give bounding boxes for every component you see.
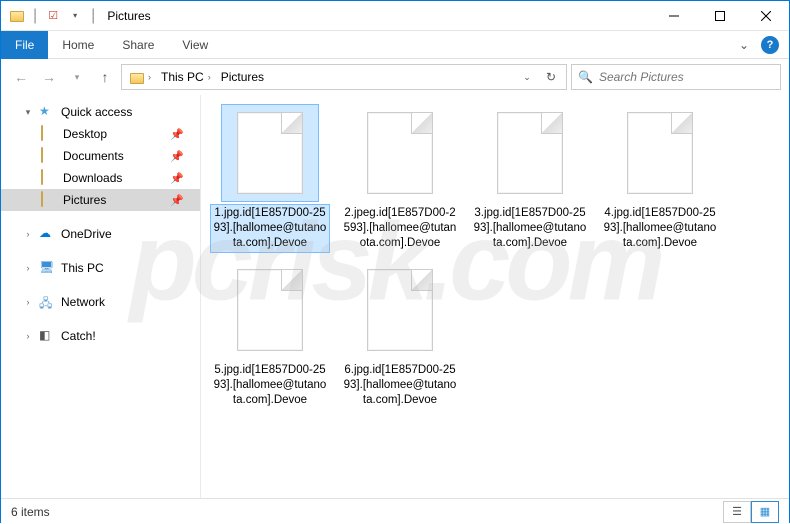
star-icon: ★ [39,104,55,120]
ribbon-expand-icon[interactable]: ⌄ [735,36,753,54]
tree-catch[interactable]: › ◧ Catch! [1,325,200,347]
blank-file-icon [237,112,303,194]
pin-icon: 📌 [170,194,184,207]
tree-downloads[interactable]: Downloads 📌 [1,167,200,189]
breadcrumb-pictures[interactable]: Pictures [217,70,268,84]
tree-network[interactable]: › 🖧 Network [1,291,200,313]
properties-icon[interactable]: ☑ [45,8,61,24]
tree-thispc[interactable]: › 🖥 This PC [1,257,200,279]
tab-file[interactable]: File [1,31,48,59]
pin-icon: 📌 [170,172,184,185]
window-controls [651,1,789,31]
file-item[interactable]: 1.jpg.id[1E857D00-2593].[hallomee@tutano… [209,105,331,252]
blank-file-icon [367,112,433,194]
recent-dropdown-icon[interactable]: ▾ [65,65,89,89]
search-box[interactable]: 🔍 [571,64,781,90]
tree-item-label: Catch! [61,329,96,343]
file-item[interactable]: 3.jpg.id[1E857D00-2593].[hallomee@tutano… [469,105,591,252]
tree-pictures[interactable]: Pictures 📌 [1,189,200,211]
search-icon: 🔍 [578,70,593,84]
titlebar: | ☑ ▾ | Pictures [1,1,789,31]
file-list-area[interactable]: 1.jpg.id[1E857D00-2593].[hallomee@tutano… [201,95,789,498]
tab-share[interactable]: Share [108,31,168,59]
tree-item-label: This PC [61,261,104,275]
refresh-icon[interactable]: ↻ [540,66,562,88]
network-icon: 🖧 [39,294,55,310]
ribbon: File Home Share View ⌄ ? [1,31,789,59]
chevron-right-icon[interactable]: › [23,297,33,307]
folder-icon [9,8,25,24]
icons-view-button[interactable]: ▦ [751,501,779,523]
back-button[interactable]: ← [9,65,33,89]
close-button[interactable] [743,1,789,31]
tree-documents[interactable]: Documents 📌 [1,145,200,167]
tree-item-label: Desktop [63,127,107,141]
search-input[interactable] [599,70,774,84]
file-name: 3.jpg.id[1E857D00-2593].[hallomee@tutano… [471,205,589,252]
nav-bar: ← → ▾ ↑ › This PC › Pictures ⌄ ↻ 🔍 [1,59,789,95]
forward-button[interactable]: → [37,65,61,89]
blank-file-icon [497,112,563,194]
file-thumbnail [222,105,318,201]
pin-icon: 📌 [170,128,184,141]
tree-item-label: Pictures [63,193,106,207]
file-item[interactable]: 2.jpeg.id[1E857D00-2593].[hallomee@tutan… [339,105,461,252]
cloud-icon: ☁ [39,226,55,242]
tree-quick-access-label: Quick access [61,105,132,119]
chevron-right-icon[interactable]: › [23,263,33,273]
quick-access-toolbar: | ☑ ▾ | Pictures [1,7,151,25]
help-icon[interactable]: ? [761,36,779,54]
navigation-pane: ▾ ★ Quick access Desktop 📌 Documents 📌 Dow… [1,95,201,498]
pin-icon: 📌 [170,150,184,163]
address-dropdown-icon[interactable]: ⌄ [516,66,538,88]
file-name: 2.jpeg.id[1E857D00-2593].[hallomee@tutan… [341,205,459,252]
breadcrumb-root-icon[interactable]: › [126,71,155,84]
blank-file-icon [627,112,693,194]
file-item[interactable]: 5.jpg.id[1E857D00-2593].[hallomee@tutano… [209,262,331,409]
file-name: 5.jpg.id[1E857D00-2593].[hallomee@tutano… [211,362,329,409]
tree-item-label: Documents [63,149,124,163]
up-button[interactable]: ↑ [93,65,117,89]
address-bar[interactable]: › This PC › Pictures ⌄ ↻ [121,64,567,90]
file-name: 1.jpg.id[1E857D00-2593].[hallomee@tutano… [211,205,329,252]
tree-desktop[interactable]: Desktop 📌 [1,123,200,145]
file-thumbnail [352,105,448,201]
blank-file-icon [237,269,303,351]
file-thumbnail [482,105,578,201]
file-item[interactable]: 6.jpg.id[1E857D00-2593].[hallomee@tutano… [339,262,461,409]
file-name: 6.jpg.id[1E857D00-2593].[hallomee@tutano… [341,362,459,409]
window-title: Pictures [107,9,150,23]
file-name: 4.jpg.id[1E857D00-2593].[hallomee@tutano… [601,205,719,252]
catch-icon: ◧ [39,328,55,344]
view-toggle: ☰ ▦ [723,501,779,523]
blank-file-icon [367,269,433,351]
chevron-right-icon[interactable]: › [23,331,33,341]
tab-home[interactable]: Home [48,31,108,59]
tree-item-label: Network [61,295,105,309]
minimize-button[interactable] [651,1,697,31]
tree-onedrive[interactable]: › ☁ OneDrive [1,223,200,245]
qat-separator: | [33,7,37,25]
details-view-button[interactable]: ☰ [723,501,751,523]
tab-view[interactable]: View [168,31,222,59]
qat-dropdown-icon[interactable]: ▾ [67,8,83,24]
tree-item-label: OneDrive [61,227,112,241]
title-separator: | [91,7,95,25]
file-thumbnail [612,105,708,201]
chevron-right-icon[interactable]: › [23,229,33,239]
breadcrumb-thispc[interactable]: This PC › [157,70,215,84]
chevron-down-icon[interactable]: ▾ [23,107,33,118]
status-item-count: 6 items [11,505,50,519]
tree-item-label: Downloads [63,171,122,185]
maximize-button[interactable] [697,1,743,31]
file-thumbnail [352,262,448,358]
computer-icon: 🖥 [39,260,55,276]
file-thumbnail [222,262,318,358]
status-bar: 6 items ☰ ▦ [1,498,789,524]
file-item[interactable]: 4.jpg.id[1E857D00-2593].[hallomee@tutano… [599,105,721,252]
tree-quick-access[interactable]: ▾ ★ Quick access [1,101,200,123]
file-grid: 1.jpg.id[1E857D00-2593].[hallomee@tutano… [209,105,781,409]
